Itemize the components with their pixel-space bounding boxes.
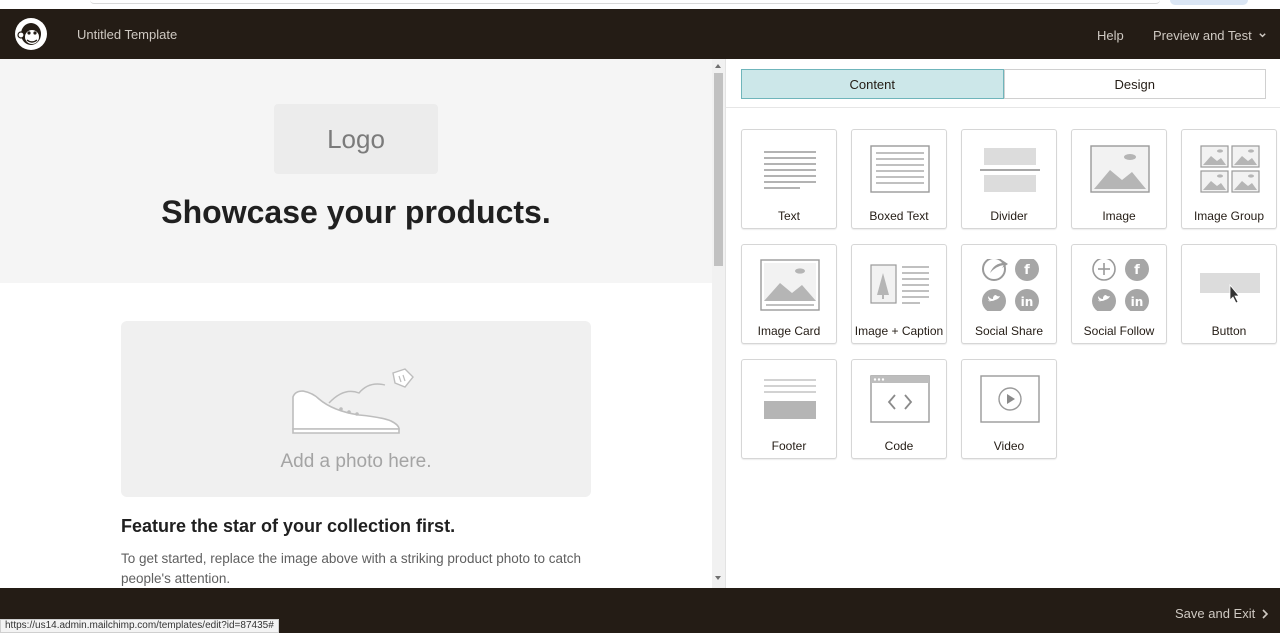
hero-title[interactable]: Showcase your products.: [0, 194, 712, 231]
video-icon: [980, 375, 1040, 423]
block-label: Boxed Text: [869, 209, 929, 223]
image-icon: [1090, 145, 1150, 193]
block-image-group[interactable]: Image Group: [1181, 129, 1277, 229]
block-video[interactable]: Video: [961, 359, 1057, 459]
canvas-scrollbar[interactable]: [712, 59, 725, 588]
block-label: Footer: [771, 439, 807, 453]
svg-text:f: f: [1024, 263, 1030, 278]
block-label: Code: [884, 439, 914, 453]
image-card-icon: [760, 259, 820, 311]
footer-icon: [764, 379, 816, 419]
block-label: Button: [1211, 324, 1247, 338]
svg-text:in: in: [1131, 295, 1144, 309]
top-navigation-bar: Untitled Template Help Preview and Test: [0, 9, 1280, 59]
email-preview-canvas: Logo Showcase your products. Add a photo…: [0, 59, 712, 588]
shoe-icon: [292, 368, 414, 434]
social-share-icon: f in: [982, 259, 1039, 311]
save-and-exit-label: Save and Exit: [1175, 606, 1256, 621]
feature-body[interactable]: To get started, replace the image above …: [121, 549, 591, 588]
block-code[interactable]: Code: [851, 359, 947, 459]
mailchimp-logo-icon[interactable]: [14, 17, 48, 51]
tabs-divider: [726, 107, 1280, 108]
status-bar-url: https://us14.admin.mailchimp.com/templat…: [0, 619, 279, 633]
template-title[interactable]: Untitled Template: [77, 27, 177, 42]
code-icon: [870, 375, 930, 423]
block-label: Image Card: [757, 324, 821, 338]
block-label: Divider: [990, 209, 1028, 223]
svg-text:in: in: [1021, 295, 1034, 309]
scrollbar-thumb[interactable]: [714, 73, 723, 266]
hero-section[interactable]: Logo Showcase your products.: [0, 59, 712, 283]
feature-title[interactable]: Feature the star of your collection firs…: [121, 516, 455, 537]
image-group-icon: [1200, 145, 1260, 193]
block-image-card[interactable]: Image Card: [741, 244, 837, 344]
tab-design[interactable]: Design: [1003, 69, 1266, 99]
browser-button-edge: [1170, 0, 1248, 5]
block-text[interactable]: Text: [741, 129, 837, 229]
block-footer[interactable]: Footer: [741, 359, 837, 459]
text-block-icon: [764, 151, 816, 189]
block-image[interactable]: Image: [1071, 129, 1167, 229]
preview-label: Preview and Test: [1153, 28, 1252, 43]
social-follow-icon: f in: [1092, 259, 1149, 311]
chevron-down-icon: [1259, 33, 1266, 38]
block-boxed-text[interactable]: Boxed Text: [851, 129, 947, 229]
block-label: Video: [993, 439, 1025, 453]
block-label: Social Follow: [1083, 324, 1155, 338]
help-link[interactable]: Help: [1097, 28, 1124, 43]
boxed-text-icon: [870, 145, 930, 193]
block-label: Image + Caption: [854, 324, 944, 338]
image-caption-icon: [870, 264, 929, 304]
logo-placeholder[interactable]: Logo: [274, 104, 438, 174]
scroll-up-arrow-icon[interactable]: [715, 64, 721, 68]
preview-and-test-menu[interactable]: Preview and Test: [1153, 28, 1267, 43]
scroll-down-arrow-icon[interactable]: [715, 576, 721, 580]
save-and-exit-button[interactable]: Save and Exit: [1175, 606, 1269, 621]
button-block-icon: [1200, 273, 1260, 304]
blocks-panel: Content Design Text Boxed Text Divider I…: [726, 59, 1280, 588]
chevron-right-icon: [1262, 608, 1269, 619]
photo-placeholder[interactable]: Add a photo here.: [121, 321, 591, 497]
block-label: Image Group: [1193, 209, 1265, 223]
browser-chrome-strip: [0, 0, 1280, 9]
divider-icon: [980, 148, 1040, 192]
block-label: Social Share: [974, 324, 1044, 338]
block-social-follow[interactable]: f in Social Follow: [1071, 244, 1167, 344]
block-image-caption[interactable]: Image + Caption: [851, 244, 947, 344]
block-divider[interactable]: Divider: [961, 129, 1057, 229]
panel-tabs: Content Design: [741, 69, 1266, 99]
block-label: Image: [1102, 209, 1136, 223]
block-label: Text: [777, 209, 800, 223]
block-social-share[interactable]: f in Social Share: [961, 244, 1057, 344]
tab-content[interactable]: Content: [741, 69, 1004, 99]
block-button[interactable]: Button: [1181, 244, 1277, 344]
svg-text:f: f: [1134, 263, 1140, 278]
photo-placeholder-label: Add a photo here.: [280, 451, 432, 472]
address-bar-edge: [90, 0, 1160, 4]
